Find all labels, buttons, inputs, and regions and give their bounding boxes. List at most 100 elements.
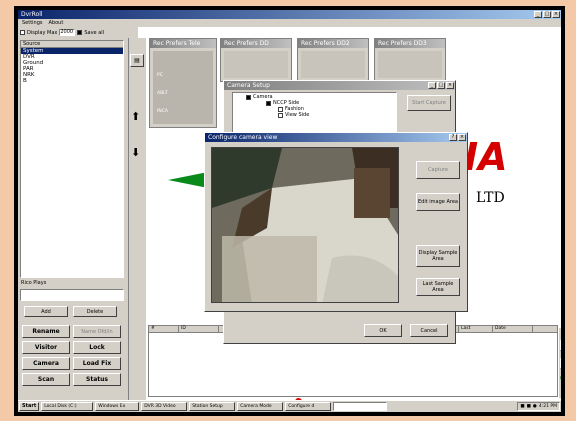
main-titlebar: DvrRoll _ □ ×	[18, 10, 561, 19]
grid-column-header[interactable]: Date	[493, 326, 533, 332]
start-capture-button[interactable]: Start Capture	[407, 95, 451, 111]
menu-settings[interactable]: Settings	[22, 19, 43, 27]
system-tray: ■ ■ ● 4:21 PM	[517, 402, 560, 411]
video-config-title: Configure camera view	[208, 134, 278, 141]
tree-checkbox[interactable]	[266, 100, 271, 106]
tool-button[interactable]: □	[560, 340, 561, 351]
maximize-icon[interactable]: □	[437, 82, 445, 89]
video-config-window: Configure camera view ? × Capture Edit im…	[204, 132, 468, 312]
tray-icon[interactable]: ■	[520, 404, 524, 409]
status-button[interactable]: Status	[73, 373, 121, 386]
camera-panel[interactable]: Rec Prefers DD	[220, 38, 292, 82]
dialog-footer: OK Cancel	[223, 312, 456, 344]
tray-icon[interactable]: ●	[533, 404, 537, 409]
visitor-button[interactable]: Visitor	[22, 341, 70, 354]
camera-panel-view	[378, 51, 442, 78]
desktop: DvrRoll _ □ × Settings About Display Max 2…	[18, 10, 561, 412]
tool-button[interactable]: □	[560, 358, 561, 369]
main-title: DvrRoll	[21, 11, 43, 18]
grid-column-header[interactable]: Last	[459, 326, 493, 332]
start-button[interactable]: Start	[19, 402, 40, 411]
clock: 4:21 PM	[538, 404, 557, 409]
logo-sub-text: LTD	[476, 190, 505, 206]
ok-button[interactable]: OK	[364, 324, 402, 337]
taskbar: Start Local Disk (C:) Windows Ex DVR 3D …	[18, 400, 561, 412]
close-icon[interactable]: ×	[446, 82, 454, 89]
tree-checkbox[interactable]	[278, 112, 283, 118]
taskbar-item[interactable]: Windows Ex	[95, 402, 140, 411]
toolbar: Display Max 2000 Save all	[18, 27, 138, 38]
camera-panel-view	[301, 51, 365, 78]
taskbar-item[interactable]: Camera Mode	[237, 402, 284, 411]
edit-image-area-button[interactable]: Edit image Area	[416, 193, 460, 211]
camera-panel[interactable]: Rec Prefers DD2	[297, 38, 369, 82]
rico-plays-label: Rico Plays	[21, 280, 47, 286]
add-button[interactable]: Add	[24, 306, 68, 317]
lock-button[interactable]: Lock	[73, 341, 121, 354]
nav-top-button[interactable]: ▤	[130, 54, 144, 67]
rico-plays-input[interactable]	[20, 289, 124, 301]
wrench-icon[interactable]: ✎	[559, 375, 561, 386]
tree-checkbox[interactable]	[246, 94, 251, 100]
start-label: Start	[22, 403, 37, 409]
camera-panel-label: INCA	[157, 109, 168, 114]
camera-panel-label: ABLT	[157, 91, 168, 96]
source-list[interactable]: Source System DVR Ground PAR NRK B	[20, 40, 124, 278]
camera-panel-view	[224, 51, 288, 78]
camera-panel-view: PC ABLT INCA	[153, 51, 213, 124]
camera-button[interactable]: Camera	[22, 357, 70, 370]
delete-button[interactable]: Delete	[73, 306, 117, 317]
tree-checkbox[interactable]	[278, 106, 283, 112]
close-icon[interactable]: ×	[552, 11, 560, 18]
display-max-label: Display Max	[27, 29, 58, 36]
scan-button[interactable]: Scan	[22, 373, 70, 386]
arrow-down-icon[interactable]: ⬇	[131, 146, 140, 159]
video-feed[interactable]	[211, 147, 399, 303]
minimize-icon[interactable]: _	[428, 82, 436, 89]
last-sample-area-button[interactable]: Last Sample Area	[416, 278, 460, 296]
tray-icon[interactable]: ■	[527, 404, 531, 409]
video-frame-image	[212, 148, 398, 302]
monitor-frame: DvrRoll _ □ × Settings About Display Max 2…	[14, 6, 565, 416]
source-list-header: Source	[21, 41, 123, 48]
grid-column-header[interactable]: #	[149, 326, 179, 332]
taskbar-item[interactable]: Station Setup	[189, 402, 236, 411]
name-ofd-button[interactable]: Name Ofd/in	[73, 325, 121, 338]
taskbar-item[interactable]: Local Disk (C:)	[41, 402, 94, 411]
taskbar-address[interactable]	[333, 402, 388, 411]
save-all-checkbox[interactable]	[77, 30, 83, 35]
tree-item[interactable]: View Side	[236, 112, 393, 118]
camera-panel[interactable]: Rec Prefers DD3	[374, 38, 446, 82]
source-item[interactable]: B	[21, 78, 123, 84]
taskbar-item[interactable]: DVR 3D Video	[141, 402, 188, 411]
save-all-label: Save all	[84, 29, 105, 36]
camera-setup-title: Camera Setup	[227, 82, 270, 89]
camera-panel-title: Rec Prefers DD3	[375, 39, 445, 48]
display-sample-area-button[interactable]: Display Sample Area	[416, 245, 460, 267]
tree-item-label: Camera	[253, 94, 273, 100]
display-max-checkbox[interactable]	[20, 30, 25, 35]
taskbar-item[interactable]: Configure d	[285, 402, 332, 411]
camera-panel-title: Rec Prefers DD	[221, 39, 291, 48]
camera-panel-label: PC	[157, 73, 163, 78]
camera-panel[interactable]: Rec Prefers Tele PC ABLT INCA	[149, 38, 217, 128]
load-fix-button[interactable]: Load Fix	[73, 357, 121, 370]
display-max-input[interactable]: 2000	[59, 29, 76, 36]
tree-item-label: View Side	[285, 112, 310, 118]
arrow-up-icon[interactable]: ⬆	[131, 110, 140, 123]
nav-column	[128, 38, 146, 404]
menu-about[interactable]: About	[49, 19, 64, 27]
logo-brand-text: IA	[464, 135, 508, 179]
menu-bar: Settings About	[18, 19, 561, 27]
close-icon[interactable]: ×	[458, 134, 466, 141]
capture-button[interactable]: Capture	[416, 161, 460, 179]
video-config-titlebar: Configure camera view ? ×	[205, 133, 467, 142]
help-icon[interactable]: ?	[449, 134, 457, 141]
rename-button[interactable]: Rename	[22, 325, 70, 338]
cancel-button[interactable]: Cancel	[410, 324, 448, 337]
green-arrow-logo	[168, 172, 208, 188]
minimize-icon[interactable]: _	[534, 11, 542, 18]
maximize-icon[interactable]: □	[543, 11, 551, 18]
camera-setup-titlebar: Camera Setup _ □ ×	[224, 81, 455, 90]
grid-column-header[interactable]: ID	[179, 326, 219, 332]
